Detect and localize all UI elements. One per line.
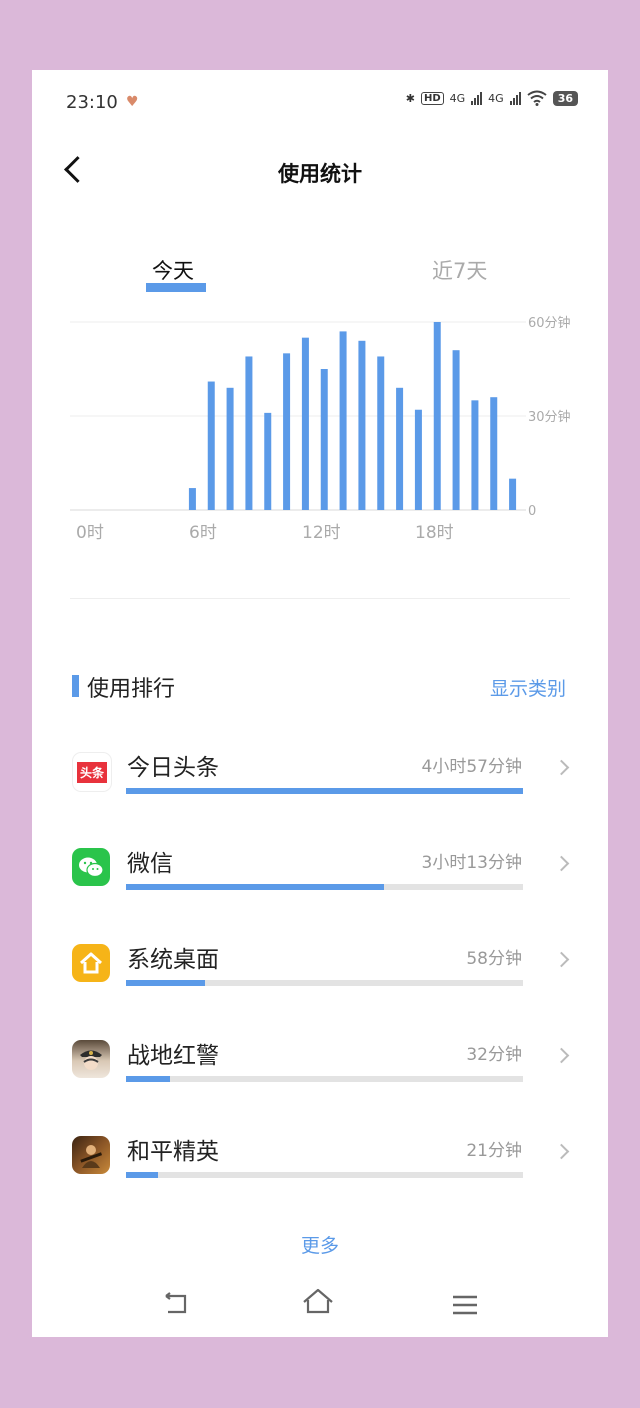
- y-tick-label: 60分钟: [528, 315, 571, 331]
- status-time: 23:10: [66, 92, 118, 113]
- soldier-avatar-icon: [80, 1050, 102, 1070]
- app-row[interactable]: 头条 今日头条 4小时57分钟: [32, 742, 608, 838]
- tab-active-indicator: [146, 283, 206, 292]
- title-bar: 使用统计: [32, 142, 608, 202]
- chart-bar: [264, 412, 272, 510]
- x-tick-label: 6时: [189, 523, 217, 543]
- app-row[interactable]: 和平精英 21分钟: [32, 1126, 608, 1222]
- chart-bar: [452, 350, 460, 510]
- chevron-right-icon: [553, 759, 570, 776]
- heart-icon: ♥: [126, 94, 139, 110]
- usage-bar-fill: [126, 884, 385, 890]
- chart-bar: [509, 478, 517, 510]
- system-navigation-bar: [32, 1282, 608, 1326]
- usage-bar: [126, 884, 523, 890]
- wifi-icon: [527, 90, 547, 106]
- app-duration: 3小时13分钟: [421, 853, 522, 873]
- chevron-right-icon: [553, 1143, 570, 1160]
- usage-bar: [126, 1076, 523, 1082]
- chart-bar: [301, 337, 309, 510]
- period-tabs: 今天 近7天: [32, 255, 608, 295]
- toutiao-icon-label: 头条: [76, 761, 107, 783]
- app-row[interactable]: 战地红警 32分钟: [32, 1030, 608, 1126]
- app-name: 今日头条: [127, 755, 219, 781]
- chart-bar: [358, 340, 366, 510]
- x-tick-label: 0时: [76, 523, 104, 543]
- game-red-alert-icon: [72, 1040, 110, 1078]
- app-ranking-list: 头条 今日头条 4小时57分钟 微信 3小时13分钟 系统桌面 58分钟 战地红…: [32, 742, 608, 1222]
- page-title: 使用统计: [278, 162, 362, 186]
- divider: [70, 598, 570, 599]
- hourly-usage-chart: 60分钟 30分钟 0 0时 6时 12时 18时: [70, 315, 571, 543]
- chart-bar: [396, 387, 404, 510]
- section-marker: [72, 675, 79, 697]
- app-name: 和平精英: [127, 1139, 219, 1165]
- wechat-icon: [72, 848, 110, 886]
- usage-bar-fill: [126, 788, 523, 794]
- usage-bar-fill: [126, 1172, 158, 1178]
- app-name: 微信: [127, 851, 173, 877]
- house-icon: [79, 952, 103, 974]
- wechat-bubbles-icon: [79, 857, 104, 878]
- nav-menu-icon[interactable]: [452, 1294, 478, 1316]
- usage-bar-fill: [126, 1076, 170, 1082]
- usage-bar: [126, 1172, 523, 1178]
- y-tick-label: 30分钟: [528, 409, 571, 425]
- chart-bar: [226, 387, 234, 510]
- app-name: 系统桌面: [127, 947, 219, 973]
- show-category-button[interactable]: 显示类别: [490, 674, 566, 701]
- soldier-figure-icon: [80, 1145, 103, 1168]
- signal-icon-1: [471, 91, 483, 105]
- phone-screen: 23:10 ♥ ✱ HD 4G 4G 36 使用统计 今天 近7天 60分钟 30…: [32, 70, 608, 1337]
- bluetooth-icon: ✱: [405, 91, 415, 105]
- network-label-2: 4G: [488, 91, 504, 105]
- signal-icon-2: [509, 91, 521, 105]
- chart-bar: [339, 331, 347, 510]
- chart-bar: [320, 369, 328, 510]
- chart-bar: [490, 397, 498, 510]
- network-label-1: 4G: [449, 91, 466, 105]
- status-icons: ✱ HD 4G 4G 36: [406, 90, 578, 106]
- app-duration: 21分钟: [466, 1141, 522, 1161]
- app-row[interactable]: 微信 3小时13分钟: [32, 838, 608, 934]
- chevron-right-icon: [553, 855, 570, 872]
- game-peace-elite-icon: [72, 1136, 110, 1174]
- app-duration: 4小时57分钟: [421, 757, 522, 777]
- app-duration: 58分钟: [466, 949, 522, 969]
- x-tick-label: 18时: [415, 523, 454, 543]
- chart-bar: [433, 322, 441, 510]
- nav-home-icon[interactable]: [302, 1288, 334, 1316]
- status-bar: 23:10 ♥ ✱ HD 4G 4G 36: [32, 70, 608, 132]
- usage-bar: [126, 788, 523, 794]
- ranking-title: 使用排行: [87, 677, 176, 702]
- chevron-right-icon: [553, 951, 570, 968]
- hd-icon: HD: [420, 91, 444, 105]
- chart-bar: [245, 356, 253, 510]
- app-name: 战地红警: [127, 1043, 219, 1069]
- toutiao-icon: 头条: [72, 752, 112, 792]
- chart-bar: [377, 356, 385, 510]
- chart-bar: [207, 381, 215, 510]
- more-link[interactable]: 更多: [32, 1231, 608, 1258]
- usage-bar-fill: [126, 980, 206, 986]
- chevron-right-icon: [553, 1047, 570, 1064]
- app-duration: 32分钟: [466, 1045, 522, 1065]
- chart-bar: [414, 409, 422, 510]
- chart-bar: [283, 353, 291, 510]
- ranking-header: 使用排行 显示类别: [32, 670, 608, 704]
- app-row[interactable]: 系统桌面 58分钟: [32, 934, 608, 1030]
- chart-bar: [471, 400, 479, 510]
- usage-bar: [126, 980, 523, 986]
- tab-last-7-days[interactable]: 近7天: [432, 255, 487, 285]
- nav-back-icon[interactable]: [162, 1292, 190, 1316]
- tab-today[interactable]: 今天: [152, 255, 194, 285]
- y-tick-label: 0: [528, 504, 536, 519]
- x-tick-label: 12时: [302, 523, 341, 543]
- battery-indicator: 36: [552, 90, 578, 106]
- chart-bar: [188, 488, 196, 510]
- launcher-icon: [72, 944, 110, 982]
